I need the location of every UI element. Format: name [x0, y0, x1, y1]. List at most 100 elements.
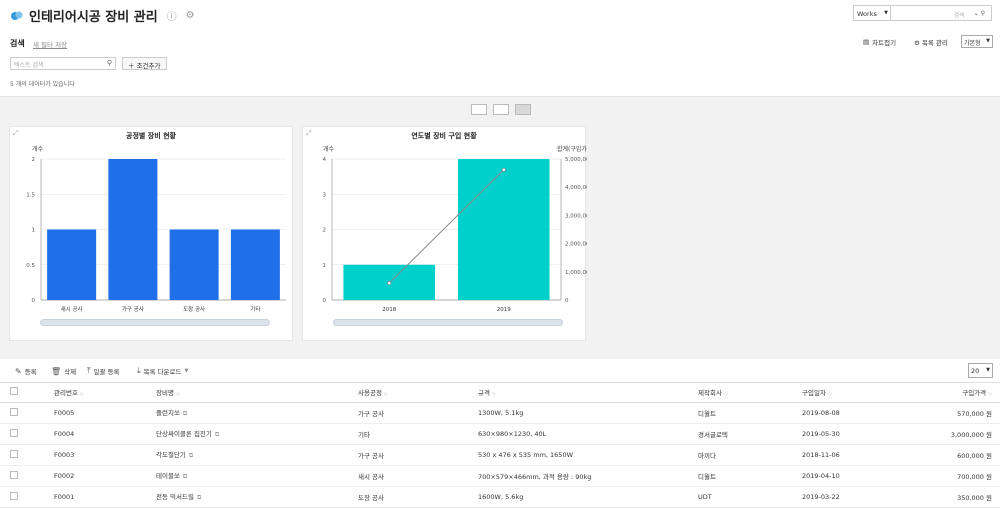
row-checkbox[interactable]	[10, 449, 18, 458]
search-icon[interactable]: ⌄ ⚲	[974, 10, 985, 17]
col-header-price[interactable]: 구입가격 ◇	[900, 383, 1000, 403]
cell-spec: 700×579×466mm, 과적 용량 : 90kg	[474, 465, 694, 487]
page-title: 인테리어시공 장비 관리	[29, 10, 158, 25]
list-manage-button[interactable]: ⚙ 목록 관리	[914, 37, 948, 47]
col-header-spec[interactable]: 규격 ◇	[474, 383, 694, 403]
cell-process: 가구 공사	[354, 402, 474, 424]
x-tick-label: 가구 공사	[122, 305, 144, 313]
chevron-down-icon: ▼	[986, 367, 990, 373]
y-right-tick-label: 1,000,000	[565, 270, 587, 276]
cell-process: 도장 공사	[354, 486, 474, 508]
cell-name-link[interactable]: 각도절단기	[156, 451, 186, 459]
upload-icon: ⤒	[87, 366, 91, 375]
line-point	[501, 167, 506, 172]
cell-price: 350,000 원	[900, 486, 1000, 508]
search-icon[interactable]: ⚲	[107, 59, 112, 67]
sort-icon: ◇	[491, 391, 496, 398]
new-window-icon[interactable]: ⧉	[183, 473, 187, 480]
chart-card-year: ⤢ 연도별 장비 구입 현황 개수012342018201901,000,000…	[302, 126, 588, 341]
add-condition-label: 조건추가	[136, 62, 161, 70]
table-row[interactable]: F0002 테이블쏘 ⧉ 새시 공사 700×579×466mm, 과적 용량 :…	[0, 465, 1000, 487]
col-header-label: 장비명	[156, 389, 174, 398]
chart-scrollbar[interactable]	[333, 319, 563, 326]
works-search-placeholder: 검색	[954, 13, 965, 19]
text-search-input[interactable]: 텍스트 검색 ⚲	[10, 57, 116, 70]
filter-save-link[interactable]: 새 필터 저장	[33, 39, 67, 49]
cell-name[interactable]: 전동 믹서드릴 ⧉	[152, 486, 354, 508]
page-size-value: 20	[971, 367, 980, 375]
cell-name[interactable]: 테이블쏘 ⧉	[152, 465, 354, 487]
bar	[457, 159, 550, 300]
cell-name-link[interactable]: 단상싸이클론 집진기	[156, 430, 212, 438]
bar	[108, 159, 158, 300]
chart-card-process: ⤢ 공정별 장비 현황 개수 0 0.5 1 1.5 2 새시 공사 가구 공사 도장 공사 기타	[9, 126, 293, 341]
row-checkbox[interactable]	[10, 491, 18, 500]
register-button[interactable]: ✎ 등록	[15, 366, 37, 377]
bulk-register-button[interactable]: ⤒ 일괄 등록	[87, 366, 120, 376]
row-checkbox[interactable]	[10, 470, 18, 479]
row-checkbox[interactable]	[10, 407, 18, 416]
chart-svg: 개수 0 0.5 1 1.5 2 새시 공사 가구 공사 도장 공사 기타	[26, 145, 286, 313]
col-header-date[interactable]: 구입일자 ◇	[798, 383, 900, 403]
equipment-table: 관리번호 ◇ 장비명 ◇ 사용공정 ◇ 규격 ◇ 제작회사 ◇ 구입일자 ◇ 구입가격 ◇ F…	[0, 383, 1000, 508]
cell-id: F0005	[50, 402, 152, 424]
row-select-cell	[0, 465, 50, 487]
layout-one-column-button[interactable]	[471, 104, 487, 115]
info-icon[interactable]: ⓘ	[167, 8, 177, 23]
col-header-name[interactable]: 장비명 ◇	[152, 383, 354, 403]
col-header-label: 구입일자	[802, 389, 826, 398]
layout-two-column-button[interactable]	[493, 104, 509, 115]
col-header-id[interactable]: 관리번호 ◇	[50, 383, 152, 403]
bar	[169, 229, 219, 300]
chart-toggle-button[interactable]: ▤ 차트접기	[863, 37, 896, 47]
layout-three-column-button[interactable]	[515, 104, 531, 115]
new-window-icon[interactable]: ⧉	[189, 452, 193, 459]
gear-icon[interactable]: ⚙	[186, 10, 195, 21]
new-window-icon[interactable]: ⧉	[197, 494, 201, 501]
y-tick-label: 1	[323, 263, 327, 269]
search-label: 검색	[10, 39, 25, 48]
page-size-select[interactable]: 20 ▼	[968, 363, 993, 378]
table-row[interactable]: F0005 플런지쏘 ⧉ 가구 공사 1300W, 5.1kg 디월트 2019-…	[0, 402, 1000, 424]
chart-scrollbar[interactable]	[40, 319, 270, 326]
cell-price: 600,000 원	[900, 444, 1000, 466]
row-select-cell	[0, 486, 50, 508]
table-row[interactable]: F0004 단상싸이클론 집진기 ⧉ 기타 630×980×1230, 40L 경…	[0, 423, 1000, 445]
cell-name-link[interactable]: 플런지쏘	[156, 409, 180, 417]
text-search-placeholder: 텍스트 검색	[14, 62, 44, 69]
cell-name-link[interactable]: 전동 믹서드릴	[156, 493, 194, 501]
cell-name[interactable]: 플런지쏘 ⧉	[152, 402, 354, 424]
view-type-select[interactable]: 기본형 ▼	[961, 35, 993, 48]
works-select[interactable]: Works ▼	[853, 5, 891, 21]
cell-name[interactable]: 단상싸이클론 집진기 ⧉	[152, 423, 354, 445]
cell-name[interactable]: 각도절단기 ⧉	[152, 444, 354, 466]
new-window-icon[interactable]: ⧉	[215, 431, 219, 438]
row-select-cell	[0, 423, 50, 445]
y-tick-label: 0	[32, 298, 36, 304]
row-checkbox[interactable]	[10, 428, 18, 437]
select-all-checkbox[interactable]	[10, 387, 18, 396]
chart-svg: 개수 0 1 2 3 4 2018 2019 0 1,000,000 2,000,000 3,000,…	[323, 145, 588, 313]
col-header-maker[interactable]: 제작회사 ◇	[694, 383, 798, 403]
table-row[interactable]: F0001 전동 믹서드릴 ⧉ 도장 공사 1600W, 5.6kg UDT 20…	[0, 486, 1000, 508]
cell-price: 3,000,000 원	[900, 423, 1000, 445]
col-header-label: 사용공정	[358, 389, 382, 398]
layout-buttons	[471, 104, 531, 115]
line-point	[387, 281, 392, 286]
delete-button[interactable]: 🗑 삭제	[51, 366, 76, 377]
list-download-label: 목록 다운로드	[143, 368, 182, 376]
col-header-process[interactable]: 사용공정 ◇	[354, 383, 474, 403]
works-search-input[interactable]: 검색 ⌄ ⚲	[891, 5, 992, 21]
y-right-tick-label: 5,000,000	[565, 157, 587, 163]
cell-name-link[interactable]: 테이블쏘	[156, 472, 180, 480]
gear-icon: ⚙	[914, 39, 920, 47]
y-tick-label: 0	[323, 298, 327, 304]
list-manage-label: 목록 관리	[921, 39, 948, 47]
add-condition-button[interactable]: ＋ 조건추가	[122, 57, 167, 70]
table-row[interactable]: F0003 각도절단기 ⧉ 가구 공사 530 x 476 x 535 mm, 1…	[0, 444, 1000, 466]
top-header: 인테리어시공 장비 관리 ⓘ ⚙ 검색 새 필터 저장 텍스트 검색 ⚲ ＋ 조…	[0, 0, 1000, 97]
sort-icon: ◇	[988, 391, 992, 398]
list-download-button[interactable]: ⤓ 목록 다운로드 ▼	[137, 366, 188, 376]
y-tick-label: 1.5	[26, 192, 35, 198]
new-window-icon[interactable]: ⧉	[183, 410, 187, 417]
